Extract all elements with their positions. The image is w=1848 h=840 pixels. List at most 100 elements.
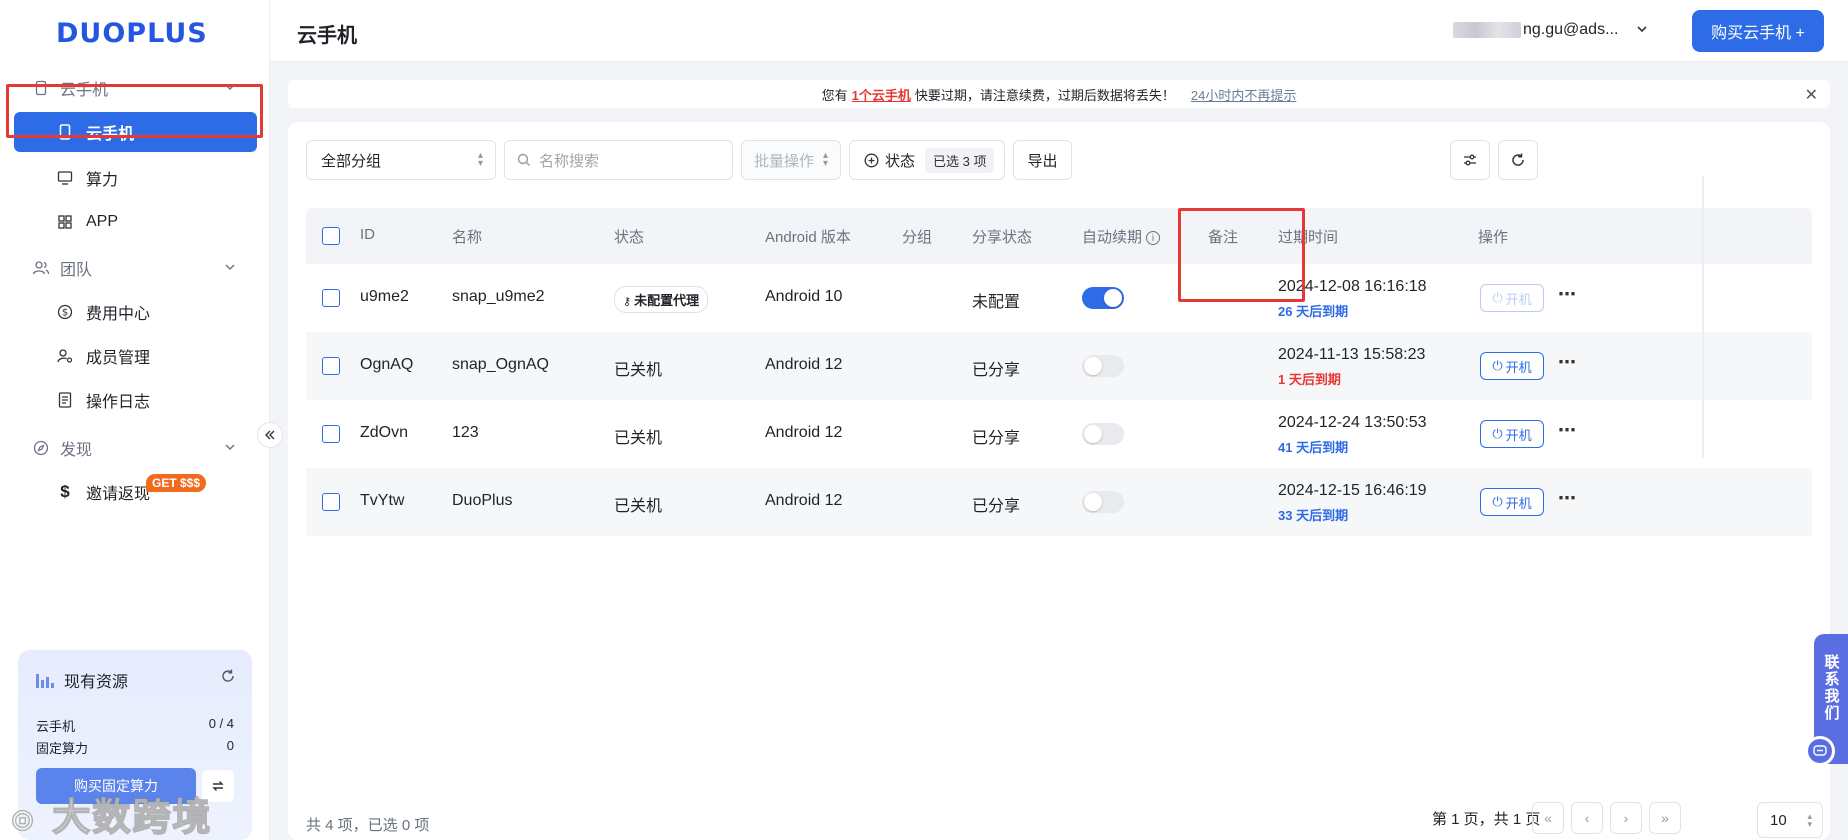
auto-renew-toggle[interactable] [1082, 491, 1124, 513]
page-indicator: 第 1 页，共 1 页 [1432, 811, 1541, 828]
cell-name: snap_u9me2 [452, 288, 545, 305]
grid-icon [56, 213, 74, 231]
chat-bubble-icon[interactable] [1805, 736, 1835, 766]
more-options-icon[interactable]: ⋯ [1558, 488, 1577, 509]
power-on-button[interactable]: ⏻ 开机 [1480, 284, 1544, 312]
user-account-menu[interactable]: ng.gu@ads... [1453, 21, 1648, 39]
sidebar-item-invite[interactable]: $ 邀请返现 [14, 472, 257, 512]
buy-cloud-phone-button[interactable]: 购买云手机 + [1692, 10, 1824, 52]
resource-label: 云手机 [36, 719, 76, 734]
resource-row-computing: 固定算力 0 [36, 738, 234, 757]
sidebar-item-label: 操作日志 [86, 394, 151, 411]
chevron-down-icon [224, 260, 236, 278]
cell-status: 已关机 [614, 498, 663, 515]
nav-group-label: 发现 [60, 442, 93, 459]
expire-date: 2024-12-24 13:50:53 [1278, 414, 1427, 431]
nav-group-team[interactable]: 团队 [0, 248, 270, 288]
sidebar-item-billing[interactable]: $ 费用中心 [14, 292, 257, 332]
power-icon: ⏻ [1492, 494, 1503, 509]
invite-badge: GET $$$ [146, 474, 207, 492]
sidebar-item-logs[interactable]: 操作日志 [14, 380, 257, 420]
column-header-group: 分组 [902, 229, 933, 246]
highlight-box-nav [6, 84, 263, 138]
expire-days: 41 天后到期 [1278, 440, 1349, 455]
notice-highlight-link[interactable]: 1个云手机 [852, 85, 911, 104]
close-icon[interactable]: ✕ [1805, 85, 1818, 105]
search-input[interactable]: 名称搜索 [504, 140, 733, 180]
refresh-icon[interactable] [220, 668, 236, 689]
column-header-name: 名称 [452, 229, 483, 246]
resource-label: 固定算力 [36, 741, 89, 756]
first-page-icon[interactable]: « [1532, 802, 1564, 834]
cell-share: 未配置 [972, 294, 1021, 311]
top-header: 云手机 ng.gu@ads... 购买云手机 + [270, 0, 1848, 62]
prev-page-icon[interactable]: ‹ [1571, 802, 1603, 834]
expire-days: 1 天后到期 [1278, 372, 1341, 387]
page-size-select[interactable]: 10 ▴ ▾ [1757, 802, 1823, 838]
auto-renew-toggle[interactable] [1082, 287, 1124, 309]
cell-id: u9me2 [360, 288, 409, 305]
notice-dismiss-link[interactable]: 24小时内不再提示 [1191, 85, 1296, 104]
status-chip: ⚷ 未配置代理 [614, 286, 709, 313]
updown-chevron-icon: ▴ ▾ [822, 150, 828, 169]
monitor-icon [56, 169, 74, 187]
resource-value: 0 / 4 [208, 716, 234, 731]
chevron-down-icon [1636, 23, 1648, 38]
power-on-button[interactable]: ⏻ 开机 [1480, 488, 1544, 516]
power-icon: ⏻ [1492, 358, 1503, 373]
group-select[interactable]: 全部分组 ▴ ▾ [306, 140, 496, 180]
table-row: u9me2 snap_u9me2 ⚷ 未配置代理 Android 10 未配置 2… [306, 264, 1812, 332]
column-header-actions: 操作 [1478, 229, 1509, 246]
more-options-icon[interactable]: ⋯ [1558, 420, 1577, 441]
status-filter[interactable]: 状态 已选 3 项 [849, 140, 1005, 180]
duoplus-logo[interactable]: DUOPLUS [56, 17, 208, 49]
table-header: ID 名称 状态 Android 版本 分组 分享状态 自动续期 i 备注 过期时… [306, 208, 1812, 264]
last-page-icon[interactable]: » [1649, 802, 1681, 834]
refresh-icon[interactable] [1498, 140, 1538, 180]
column-settings-icon[interactable] [1450, 140, 1490, 180]
select-all-checkbox[interactable] [322, 227, 340, 245]
resource-title-text: 现有资源 [64, 674, 129, 691]
row-checkbox[interactable] [322, 493, 340, 511]
cell-id: OgnAQ [360, 356, 414, 373]
power-icon: ⏻ [1492, 426, 1503, 441]
export-button[interactable]: 导出 [1013, 140, 1072, 180]
page-title: 云手机 [297, 25, 357, 47]
more-options-icon[interactable]: ⋯ [1558, 284, 1577, 305]
contact-label: 联系我们 [1822, 654, 1840, 722]
table-row: OgnAQ snap_OgnAQ 已关机 Android 12 已分享 2024… [306, 332, 1812, 400]
power-on-button[interactable]: ⏻ 开机 [1480, 420, 1544, 448]
auto-renew-toggle[interactable] [1082, 355, 1124, 377]
power-on-button[interactable]: ⏻ 开机 [1480, 352, 1544, 380]
cell-status: 已关机 [614, 362, 663, 379]
sidebar-item-app[interactable]: APP [14, 202, 257, 242]
document-icon [56, 391, 74, 409]
cell-id: ZdOvn [360, 424, 409, 441]
more-options-icon[interactable]: ⋯ [1558, 352, 1577, 373]
sidebar-item-label: 算力 [86, 172, 119, 189]
watermark-logo-icon: ⊙ [9, 802, 38, 839]
next-page-icon[interactable]: › [1610, 802, 1642, 834]
main-panel: 全部分组 ▴ ▾ 名称搜索 批量操作 ▴ ▾ 状态 已选 3 项 导出 ID 名称 … [288, 122, 1830, 840]
power-label: 开机 [1505, 427, 1532, 443]
status-selected-chip: 已选 3 项 [925, 147, 995, 173]
row-checkbox[interactable] [322, 357, 340, 375]
sidebar-item-members[interactable]: 成员管理 [14, 336, 257, 376]
search-placeholder: 名称搜索 [539, 152, 600, 170]
expiry-notice: 您有 1个云手机 快要过期，请注意续费，过期后数据将丢失！ 24小时内不再提示 … [288, 80, 1830, 108]
info-icon[interactable]: i [1146, 231, 1161, 246]
auto-renew-toggle[interactable] [1082, 423, 1124, 445]
row-checkbox[interactable] [322, 289, 340, 307]
power-icon: ⏻ [1492, 290, 1503, 305]
row-checkbox[interactable] [322, 425, 340, 443]
sidebar-item-computing[interactable]: 算力 [14, 158, 257, 198]
cell-status: 已关机 [614, 430, 663, 447]
collapse-sidebar-icon[interactable] [257, 422, 283, 448]
logo-text: DUOPLUS [56, 17, 208, 49]
nav-group-discover[interactable]: 发现 [0, 428, 270, 468]
status-text: 未配置代理 [634, 293, 700, 308]
cell-name: snap_OgnAQ [452, 356, 549, 373]
batch-operation-select[interactable]: 批量操作 ▴ ▾ [741, 140, 841, 180]
cell-name: DuoPlus [452, 492, 513, 509]
sidebar-item-label: 邀请返现 [86, 486, 151, 503]
